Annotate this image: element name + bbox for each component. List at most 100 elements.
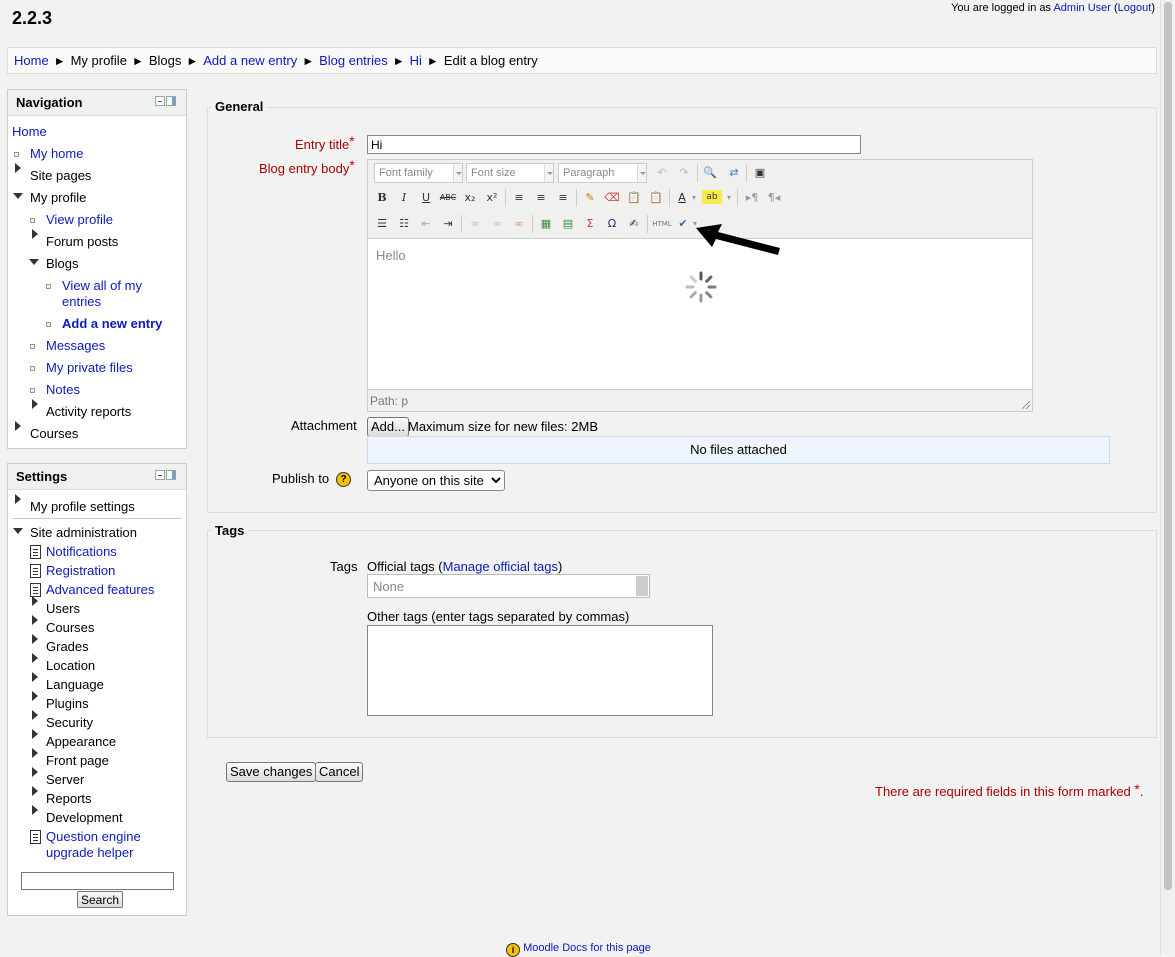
expand-icon[interactable] — [15, 163, 21, 173]
expand-icon[interactable] — [32, 748, 38, 758]
nav-notes[interactable]: Notes — [46, 382, 80, 398]
font-size-select[interactable]: Font size — [466, 163, 554, 183]
strikethrough-icon[interactable]: ABC — [438, 188, 458, 208]
cancel-button[interactable]: Cancel — [315, 762, 364, 782]
expand-icon[interactable] — [32, 229, 38, 239]
media-icon[interactable]: ▤ — [558, 214, 578, 234]
logout-link[interactable]: Logout — [1118, 2, 1152, 14]
subscript-icon[interactable]: x₂ — [460, 188, 480, 208]
expand-icon[interactable] — [32, 399, 38, 409]
scrollbar-thumb[interactable] — [1164, 2, 1172, 890]
add-file-button[interactable]: Add... — [367, 417, 409, 437]
nav-my-private-files[interactable]: My private files — [46, 360, 133, 376]
fullscreen-icon[interactable]: ▣ — [750, 163, 770, 183]
expand-icon[interactable] — [32, 653, 38, 663]
settings-development[interactable]: Development — [46, 810, 123, 826]
settings-users[interactable]: Users — [46, 601, 80, 617]
edit-icon[interactable]: ✍ — [624, 214, 644, 234]
italic-icon[interactable]: I — [394, 188, 414, 208]
paste-word-icon[interactable]: 📋 — [646, 188, 666, 208]
expand-icon[interactable] — [32, 615, 38, 625]
nolink-icon[interactable]: ∞ — [509, 214, 529, 234]
superscript-icon[interactable]: x² — [482, 188, 502, 208]
link-icon[interactable]: ∞ — [465, 214, 485, 234]
clean-up-icon[interactable]: ✎ — [580, 188, 600, 208]
nav-activity-reports[interactable]: Activity reports — [46, 404, 131, 420]
expand-icon[interactable] — [32, 729, 38, 739]
remove-format-icon[interactable]: ⌫ — [602, 188, 622, 208]
moodle-docs-link[interactable]: Moodle Docs for this page — [523, 942, 651, 954]
other-tags-textarea[interactable] — [367, 625, 713, 716]
redo-icon[interactable]: ↷ — [674, 163, 694, 183]
expand-icon[interactable] — [32, 710, 38, 720]
resize-grip-icon[interactable] — [1022, 401, 1030, 409]
help-icon[interactable]: ? — [336, 472, 351, 487]
find-icon[interactable]: 🔍 — [700, 163, 720, 183]
page-scrollbar[interactable] — [1160, 0, 1175, 954]
expand-icon[interactable] — [32, 767, 38, 777]
chevron-down-icon[interactable]: ▾ — [725, 188, 733, 208]
align-right-icon[interactable]: ≡ — [553, 188, 573, 208]
settings-courses[interactable]: Courses — [46, 620, 94, 636]
expand-icon[interactable] — [32, 805, 38, 815]
settings-plugins[interactable]: Plugins — [46, 696, 89, 712]
admin-search-input[interactable] — [21, 872, 174, 890]
breadcrumb-add-new-entry[interactable]: Add a new entry — [203, 53, 297, 68]
equation-icon[interactable]: Σ — [580, 214, 600, 234]
settings-grades[interactable]: Grades — [46, 639, 89, 655]
settings-advanced-features[interactable]: Advanced features — [46, 582, 154, 598]
official-tags-list[interactable]: None — [367, 574, 650, 598]
underline-icon[interactable]: U — [416, 188, 436, 208]
editor-content-area[interactable]: Hello — [368, 238, 1032, 390]
collapse-icon[interactable] — [13, 193, 23, 199]
expand-icon[interactable] — [32, 691, 38, 701]
indent-icon[interactable]: ⇥ — [438, 214, 458, 234]
image-icon[interactable]: ▦ — [536, 214, 556, 234]
settings-front-page[interactable]: Front page — [46, 753, 109, 769]
breadcrumb-hi[interactable]: Hi — [410, 53, 422, 68]
paragraph-format-select[interactable]: Paragraph — [558, 163, 647, 183]
settings-security[interactable]: Security — [46, 715, 93, 731]
align-left-icon[interactable]: ≡ — [509, 188, 529, 208]
nav-add-new-entry[interactable]: Add a new entry — [62, 316, 162, 332]
settings-reports[interactable]: Reports — [46, 791, 92, 807]
expand-icon[interactable] — [32, 786, 38, 796]
settings-language[interactable]: Language — [46, 677, 104, 693]
nav-messages[interactable]: Messages — [46, 338, 105, 354]
html-source-icon[interactable]: HTML — [650, 214, 674, 234]
bold-icon[interactable]: B — [372, 188, 392, 208]
scrollbar[interactable] — [636, 576, 648, 596]
text-color-icon[interactable]: A — [672, 188, 692, 208]
nav-view-all-entries[interactable]: View all of my entries — [62, 278, 142, 310]
expand-icon[interactable] — [15, 494, 21, 504]
expand-icon[interactable] — [32, 672, 38, 682]
settings-my-profile-settings[interactable]: My profile settings — [30, 499, 135, 515]
rtl-icon[interactable]: ¶◂ — [764, 188, 784, 208]
file-drop-area[interactable]: No files attached — [367, 436, 1110, 464]
align-center-icon[interactable]: ≡ — [531, 188, 551, 208]
collapse-icon[interactable] — [29, 259, 39, 265]
manage-official-tags-link[interactable]: Manage official tags — [443, 559, 558, 574]
nav-my-profile[interactable]: My profile — [30, 190, 86, 206]
entry-title-input[interactable] — [367, 135, 861, 154]
settings-server[interactable]: Server — [46, 772, 84, 788]
nav-site-pages[interactable]: Site pages — [30, 168, 91, 184]
expand-icon[interactable] — [32, 634, 38, 644]
nav-forum-posts[interactable]: Forum posts — [46, 234, 118, 250]
chevron-down-icon[interactable]: ▾ — [690, 188, 698, 208]
settings-registration[interactable]: Registration — [46, 563, 115, 579]
settings-question-engine-helper[interactable]: Question engine upgrade helper — [46, 829, 141, 861]
breadcrumb-blog-entries[interactable]: Blog entries — [319, 53, 388, 68]
nav-view-profile[interactable]: View profile — [46, 212, 113, 228]
publish-to-select[interactable]: Anyone on this site — [367, 470, 505, 491]
admin-search-button[interactable]: Search — [77, 891, 124, 908]
settings-notifications[interactable]: Notifications — [46, 544, 117, 560]
dock-block-icon[interactable] — [166, 96, 176, 106]
nav-courses[interactable]: Courses — [30, 426, 78, 442]
bullet-list-icon[interactable]: ☰ — [372, 214, 392, 234]
nav-blogs[interactable]: Blogs — [46, 256, 79, 272]
numbered-list-icon[interactable]: ☷ — [394, 214, 414, 234]
expand-icon[interactable] — [32, 596, 38, 606]
paste-text-icon[interactable]: 📋 — [624, 188, 644, 208]
official-tags-option[interactable]: None — [373, 579, 404, 594]
